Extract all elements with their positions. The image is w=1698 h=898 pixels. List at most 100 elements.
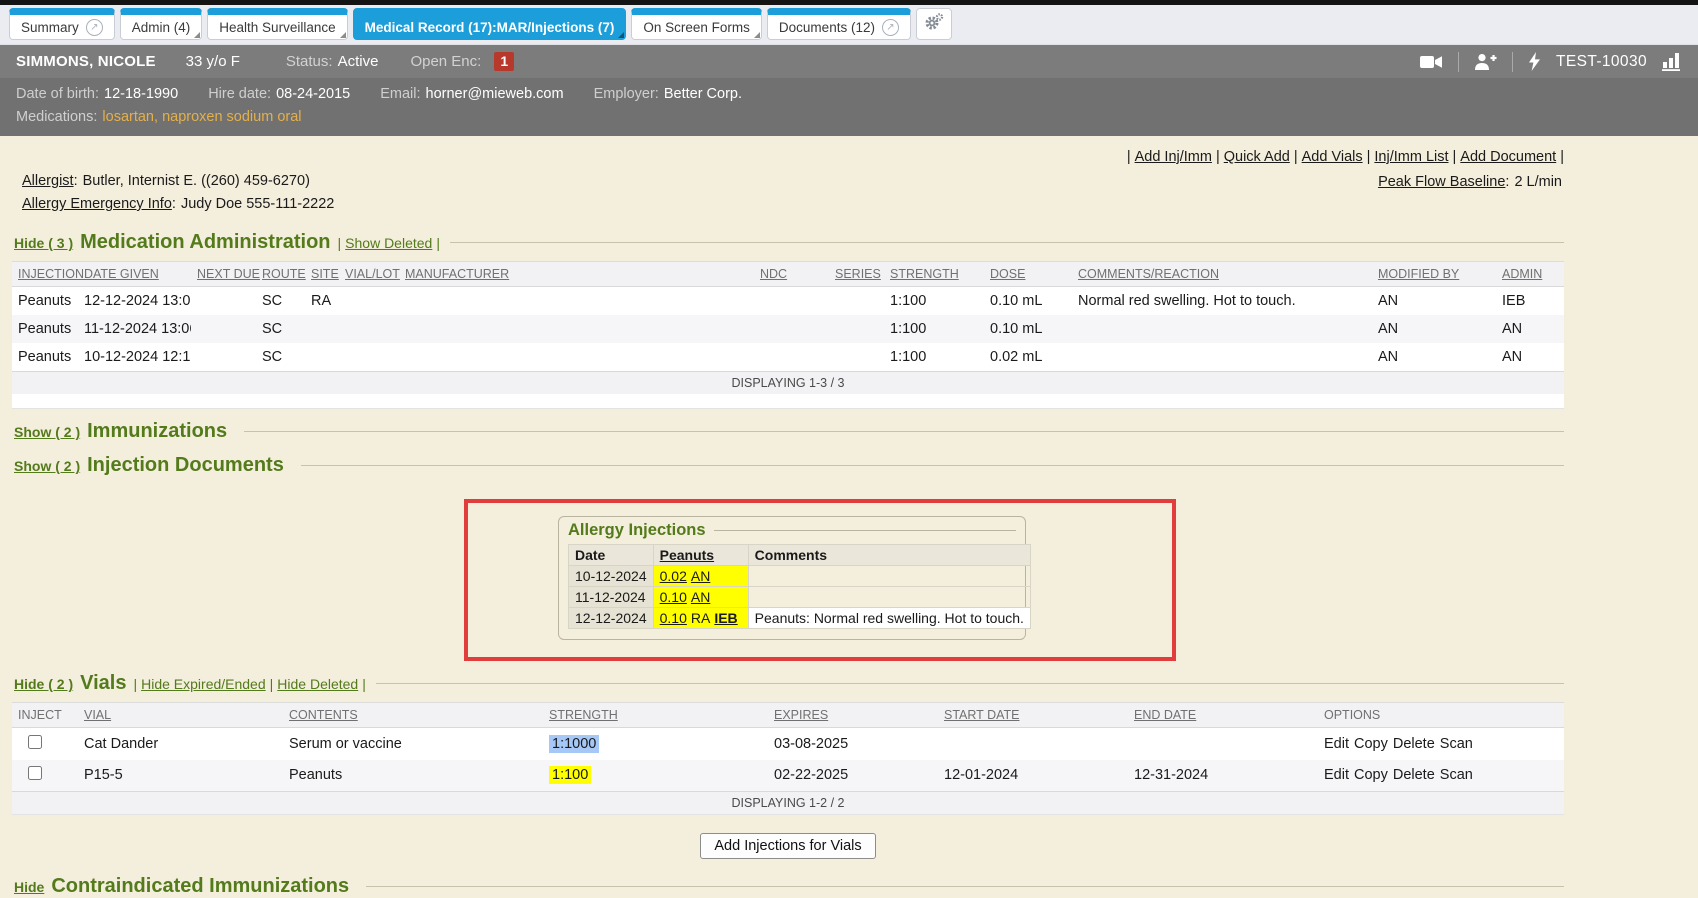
tab-dropdown-fold-icon xyxy=(754,32,760,38)
allergy-injections-highlight-frame: Allergy Injections Date Peanuts Comments… xyxy=(464,499,1176,661)
col-end-date[interactable]: END DATE xyxy=(1134,708,1196,722)
allergy-injections-title: Allergy Injections xyxy=(568,521,706,540)
inject-checkbox[interactable] xyxy=(28,766,42,780)
hide-expired-ended-link[interactable]: Hide Expired/Ended xyxy=(141,676,266,692)
inject-checkbox[interactable] xyxy=(28,735,42,749)
tab-admin-label: Admin (4) xyxy=(132,20,191,35)
table-row: Cat Dander Serum or vaccine 1:1000 03-08… xyxy=(12,728,1564,760)
action-links-row: |Add Inj/Imm|Quick Add|Add Vials|Inj/Imm… xyxy=(1127,149,1564,165)
delete-link[interactable]: Delete xyxy=(1393,767,1435,783)
add-document-link[interactable]: Add Document xyxy=(1460,149,1556,165)
tab-dropdown-fold-icon xyxy=(340,32,346,38)
tab-documents-label: Documents (12) xyxy=(779,20,875,35)
col-admin[interactable]: ADMIN xyxy=(1502,267,1542,281)
col-vial-lot[interactable]: VIAL/LOT xyxy=(345,267,400,281)
tab-settings-button[interactable] xyxy=(916,8,952,40)
popout-icon[interactable]: ↗ xyxy=(882,19,899,36)
employer-label: Employer: xyxy=(594,86,659,102)
edit-link[interactable]: Edit xyxy=(1324,736,1349,752)
admin-initials-link[interactable]: AN xyxy=(691,589,710,605)
tab-admin[interactable]: Admin (4) xyxy=(120,8,203,40)
table-row: P15-5 Peanuts 1:100 02-22-2025 12-01-202… xyxy=(12,760,1564,792)
medication-link[interactable]: naproxen sodium oral xyxy=(162,109,301,125)
scan-link[interactable]: Scan xyxy=(1440,736,1473,752)
col-site[interactable]: SITE xyxy=(311,267,339,281)
lightning-bolt-icon[interactable] xyxy=(1528,52,1541,71)
tab-health-surveillance[interactable]: Health Surveillance xyxy=(207,8,347,40)
col-comments[interactable]: COMMENTS/REACTION xyxy=(1078,267,1219,281)
injection-documents-show-toggle[interactable]: Show ( 2 ) xyxy=(14,458,80,474)
table-row[interactable]: Peanuts12-12-2024 13:06 SC RA 1:100 0.10… xyxy=(12,287,1564,316)
col-next-due[interactable]: NEXT DUE xyxy=(197,267,260,281)
table-row[interactable]: Peanuts10-12-2024 12:19 SC 1:100 0.02 mL… xyxy=(12,343,1564,372)
scan-link[interactable]: Scan xyxy=(1440,767,1473,783)
add-vials-link[interactable]: Add Vials xyxy=(1302,149,1363,165)
popout-icon[interactable]: ↗ xyxy=(86,19,103,36)
vials-title: Vials xyxy=(80,672,126,695)
col-vial[interactable]: VIAL xyxy=(84,708,111,722)
col-strength[interactable]: STRENGTH xyxy=(549,708,618,722)
col-route[interactable]: ROUTE xyxy=(262,267,306,281)
dose-link[interactable]: 0.10 xyxy=(660,610,687,626)
allergy-emergency-value: Judy Doe 555-111-2222 xyxy=(181,196,334,212)
col-date-given[interactable]: DATE GIVEN xyxy=(84,267,159,281)
open-enc-label: Open Enc: xyxy=(410,53,481,70)
show-deleted-link[interactable]: Show Deleted xyxy=(345,235,432,251)
col-manufacturer[interactable]: MANUFACTURER xyxy=(405,267,509,281)
hire-date-field: Hire date:08-24-2015 xyxy=(208,83,350,105)
admin-initials-link[interactable]: AN xyxy=(691,568,710,584)
col-series[interactable]: SERIES xyxy=(835,267,881,281)
table-row[interactable]: Peanuts11-12-2024 13:06 SC 1:100 0.10 mL… xyxy=(12,315,1564,343)
col-expires[interactable]: EXPIRES xyxy=(774,708,828,722)
table-row: 12-12-2024 0.10RAIEB Peanuts: Normal red… xyxy=(569,608,1031,629)
medication-link[interactable]: losartan xyxy=(102,109,154,125)
employer-value: Better Corp. xyxy=(664,86,742,102)
immunizations-show-toggle[interactable]: Show ( 2 ) xyxy=(14,424,80,440)
peak-flow-baseline-link[interactable]: Peak Flow Baseline xyxy=(1378,174,1505,190)
chart-tab-bar: Summary ↗ Admin (4) Health Surveillance … xyxy=(0,5,1698,45)
peak-flow-baseline-value: 2 L/min xyxy=(1514,174,1562,190)
flowsheet-chart-icon[interactable] xyxy=(1662,52,1682,71)
divider xyxy=(1458,52,1459,72)
allergy-emergency-info-link[interactable]: Allergy Emergency Info xyxy=(22,196,172,212)
col-modified-by[interactable]: MODIFIED BY xyxy=(1378,267,1459,281)
col-start-date[interactable]: START DATE xyxy=(944,708,1019,722)
tab-documents[interactable]: Documents (12) ↗ xyxy=(767,8,911,40)
vials-header-row: INJECT VIAL CONTENTS STRENGTH EXPIRES ST… xyxy=(12,703,1564,728)
add-injections-for-vials-button[interactable]: Add Injections for Vials xyxy=(700,833,875,859)
copy-link[interactable]: Copy xyxy=(1354,767,1388,783)
contraindicated-hide-toggle[interactable]: Hide xyxy=(14,879,44,895)
col-peanuts-link[interactable]: Peanuts xyxy=(660,547,714,563)
hide-deleted-link[interactable]: Hide Deleted xyxy=(277,676,358,692)
col-contents[interactable]: CONTENTS xyxy=(289,708,358,722)
video-camera-icon[interactable] xyxy=(1420,55,1443,69)
tab-summary[interactable]: Summary ↗ xyxy=(9,8,115,40)
col-comments: Comments xyxy=(748,545,1030,566)
tab-on-screen-forms[interactable]: On Screen Forms xyxy=(631,8,762,40)
add-inj-imm-link[interactable]: Add Inj/Imm xyxy=(1135,149,1212,165)
tab-dropdown-fold-icon xyxy=(194,32,200,38)
allergy-emergency-line: Allergy Emergency Info:Judy Doe 555-111-… xyxy=(22,193,334,216)
contraindicated-title: Contraindicated Immunizations xyxy=(51,875,349,898)
allergist-link[interactable]: Allergist xyxy=(22,173,74,189)
dose-link[interactable]: 0.10 xyxy=(660,589,687,605)
add-user-icon[interactable] xyxy=(1474,53,1497,70)
tab-medical-record[interactable]: Medical Record (17):MAR/Injections (7) xyxy=(353,8,627,40)
med-admin-hide-toggle[interactable]: Hide ( 3 ) xyxy=(14,235,73,251)
inj-imm-list-link[interactable]: Inj/Imm List xyxy=(1374,149,1448,165)
admin-initials-link[interactable]: IEB xyxy=(714,610,737,626)
copy-link[interactable]: Copy xyxy=(1354,736,1388,752)
open-encounter-count-badge[interactable]: 1 xyxy=(494,52,514,71)
section-rule xyxy=(376,683,1564,684)
tab-health-surveillance-label: Health Surveillance xyxy=(219,20,335,35)
allergy-contacts: Allergist:Butler, Internist E. ((260) 45… xyxy=(22,170,334,216)
col-injection[interactable]: INJECTION xyxy=(18,267,84,281)
col-ndc[interactable]: NDC xyxy=(760,267,787,281)
edit-link[interactable]: Edit xyxy=(1324,767,1349,783)
quick-add-link[interactable]: Quick Add xyxy=(1224,149,1290,165)
delete-link[interactable]: Delete xyxy=(1393,736,1435,752)
dose-link[interactable]: 0.02 xyxy=(660,568,687,584)
col-dose[interactable]: DOSE xyxy=(990,267,1025,281)
vials-hide-toggle[interactable]: Hide ( 2 ) xyxy=(14,676,73,692)
col-strength[interactable]: STRENGTH xyxy=(890,267,959,281)
